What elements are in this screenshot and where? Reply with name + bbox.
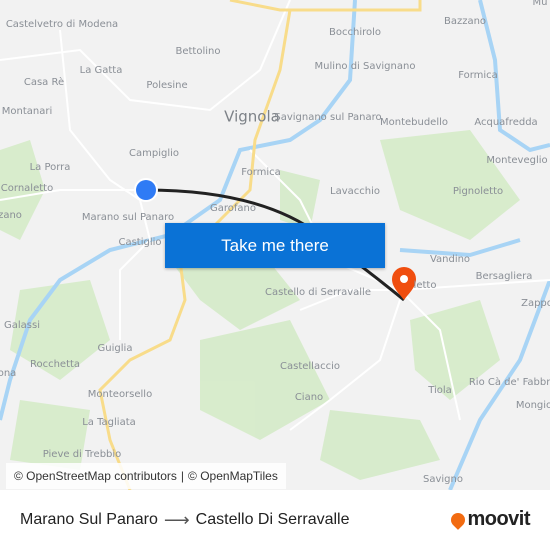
place-label: Tiola bbox=[428, 385, 452, 396]
place-label: zano bbox=[0, 210, 22, 221]
place-label: Galassi bbox=[4, 320, 40, 331]
place-label: Savigno bbox=[423, 474, 463, 485]
place-label: Monteveglio bbox=[486, 155, 548, 166]
place-label: Mongio bbox=[515, 400, 550, 411]
place-label: Campiglio bbox=[129, 148, 179, 159]
place-label: Marano sul Panaro bbox=[81, 212, 175, 223]
place-label: Zappo bbox=[521, 298, 550, 309]
place-label: Acquafredda bbox=[474, 117, 538, 128]
place-label: Rocchetta bbox=[29, 359, 81, 370]
place-label: Rio Cà de' Fabbri bbox=[468, 377, 550, 388]
brand-name: moovit bbox=[467, 508, 530, 530]
place-label: Bazzano bbox=[443, 16, 487, 27]
map-attribution: © OpenStreetMap contributors | © OpenMap… bbox=[6, 463, 286, 489]
place-label: ona bbox=[0, 368, 17, 379]
arrow-right-icon: ⟶ bbox=[163, 509, 190, 530]
place-label: Pieve di Trebbio bbox=[42, 449, 122, 460]
place-label: Ciano bbox=[294, 392, 324, 403]
place-label: Mu bbox=[532, 0, 548, 8]
place-label: Lavacchio bbox=[330, 186, 380, 197]
place-label: Savignano sul Panaro bbox=[274, 112, 382, 123]
place-label: La Porra bbox=[29, 162, 71, 173]
openmaptiles-attribution-link[interactable]: © OpenMapTiles bbox=[188, 469, 278, 483]
place-label: Vandino bbox=[429, 254, 471, 265]
place-label: Montebudello bbox=[379, 117, 449, 128]
place-label: Pignoletto bbox=[452, 186, 504, 197]
place-label: La Gatta bbox=[79, 65, 123, 76]
place-label: Polesine bbox=[146, 80, 188, 91]
place-label: Bocchirolo bbox=[329, 27, 381, 38]
place-label: Bersagliera bbox=[475, 271, 533, 282]
place-label: Garofano bbox=[210, 203, 256, 214]
place-label: Formica bbox=[241, 167, 281, 178]
forest-areas bbox=[0, 130, 520, 480]
origin-dot-icon bbox=[134, 178, 158, 202]
place-label: Mulino di Savignano bbox=[314, 61, 416, 72]
map[interactable]: Castelvetro di Modena Bettolino La Gatta Ca… bbox=[0, 0, 550, 490]
place-label: Castello di Serravalle bbox=[265, 287, 371, 298]
origin-name: Marano Sul Panaro bbox=[20, 511, 158, 528]
place-label: Castiglio bbox=[118, 237, 162, 248]
destination-name: Castello Di Serravalle bbox=[195, 511, 350, 528]
place-label: Cornaletto bbox=[0, 183, 54, 194]
place-label: Montanari bbox=[1, 106, 53, 117]
place-label: Bettolino bbox=[175, 46, 221, 57]
osm-attribution-link[interactable]: © OpenStreetMap contributors bbox=[14, 469, 177, 483]
attribution-separator: | bbox=[180, 469, 185, 483]
place-label: Castelvetro di Modena bbox=[5, 19, 119, 30]
take-me-there-button[interactable]: Take me there bbox=[165, 223, 385, 268]
place-label: La Tagliata bbox=[82, 417, 136, 428]
place-label: Casa Rè bbox=[23, 77, 65, 88]
place-label: Guiglia bbox=[97, 343, 133, 354]
moovit-logo: moovit bbox=[448, 508, 530, 531]
place-label: Vignola bbox=[224, 107, 280, 126]
moovit-logo-icon bbox=[448, 509, 469, 530]
place-label: letto bbox=[413, 280, 437, 291]
place-label: Castellaccio bbox=[280, 361, 340, 372]
place-label: Monteorsello bbox=[87, 389, 153, 400]
place-label: Formica bbox=[458, 70, 498, 81]
